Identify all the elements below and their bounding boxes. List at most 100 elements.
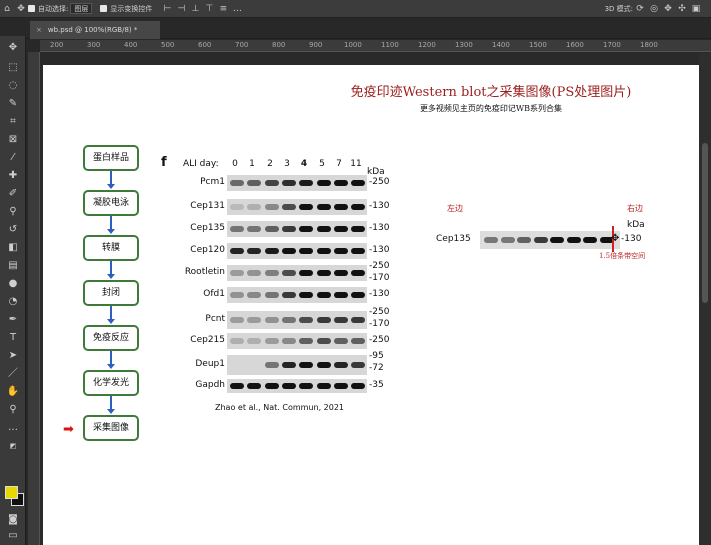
blur-icon[interactable]: ●	[5, 276, 21, 292]
protein-label: Cep135	[190, 223, 225, 233]
blot-band	[264, 292, 279, 298]
healing-icon[interactable]: ✚	[5, 168, 21, 184]
show-transform-checkbox[interactable]	[100, 5, 108, 12]
3d-scale-icon[interactable]: ▣	[689, 4, 703, 14]
screen-mode-icon[interactable]: ▭	[5, 528, 21, 544]
close-tab-icon[interactable]: ×	[36, 26, 42, 34]
blot-band	[230, 317, 244, 323]
marquee-icon[interactable]: ⬚	[5, 60, 21, 76]
move-icon[interactable]: ✥	[5, 40, 21, 56]
blot-band	[351, 362, 366, 368]
horizontal-ruler[interactable]: 200 300 400 500 600 700 800 900 1000 110…	[40, 40, 711, 52]
align-right-icon[interactable]: ⊥	[188, 4, 202, 14]
ruler-label: 1000	[344, 41, 362, 49]
day-label: 4	[300, 159, 308, 169]
flow-step-image-acquisition: 采集图像	[83, 415, 139, 441]
quick-mask-icon[interactable]: ◙	[5, 512, 21, 528]
3d-rotate-icon[interactable]: ⟳	[633, 4, 647, 14]
frame-icon[interactable]: ⊠	[5, 132, 21, 148]
foreground-color-swatch[interactable]	[5, 486, 18, 499]
document-canvas[interactable]: 免疫印迹Western blot之采集图像(PS处理图片) 更多视频见主页的免疫…	[43, 65, 699, 545]
brush-icon[interactable]: ✐	[5, 186, 21, 202]
blot-band	[247, 383, 262, 389]
zoom-icon[interactable]: ⚲	[5, 402, 21, 418]
blot-band	[333, 383, 348, 389]
vertical-scrollbar[interactable]	[699, 53, 711, 545]
more-options-icon[interactable]: …	[230, 4, 244, 14]
protein-label: Rootletin	[184, 267, 225, 277]
document-tab[interactable]: × wb.psd @ 100%(RGB/8) *	[30, 21, 160, 39]
history-brush-icon[interactable]: ↺	[5, 222, 21, 238]
cropped-blot-image[interactable]	[480, 231, 620, 249]
blot-band	[247, 292, 262, 298]
day-label: 7	[336, 159, 342, 169]
blot-band	[351, 383, 366, 389]
crop-icon[interactable]: ⌗	[5, 114, 21, 130]
eyedropper-icon[interactable]: ⁄	[5, 150, 21, 166]
align-center-icon[interactable]: ⊣	[174, 4, 188, 14]
stamp-icon[interactable]: ⚲	[5, 204, 21, 220]
scrollbar-thumb[interactable]	[702, 143, 708, 303]
distribute-icon[interactable]: ≡	[216, 4, 230, 14]
eraser-icon[interactable]: ◧	[5, 240, 21, 256]
ruler-label: 1200	[418, 41, 436, 49]
ali-day-label: ALI day:	[183, 159, 219, 169]
blot-band	[316, 292, 331, 298]
blot-band	[351, 248, 366, 254]
canvas-area[interactable]: 免疫印迹Western blot之采集图像(PS处理图片) 更多视频见主页的免疫…	[40, 53, 711, 545]
more-icon[interactable]: …	[5, 420, 21, 436]
home-icon[interactable]: ⌂	[0, 4, 14, 14]
blot-band	[230, 204, 244, 210]
mw-marker: -170	[369, 273, 390, 283]
vertical-ruler[interactable]	[28, 52, 40, 545]
auto-select-option[interactable]: 自动选择: 图层	[28, 3, 93, 14]
blot-strip	[227, 287, 367, 303]
blot-band	[230, 226, 244, 232]
blot-band	[247, 317, 262, 323]
blot-band	[299, 338, 314, 344]
blot-band	[230, 383, 244, 389]
ruler-label: 1400	[492, 41, 510, 49]
shape-icon[interactable]: ／	[5, 366, 21, 382]
align-top-icon[interactable]: ⊤	[202, 4, 216, 14]
ruler-label: 1800	[640, 41, 658, 49]
protein-label: Pcnt	[205, 314, 225, 324]
day-label: 3	[284, 159, 290, 169]
blot-band	[333, 204, 348, 210]
move-tool-preset-icon[interactable]: ✥	[14, 4, 28, 14]
dodge-icon[interactable]: ◔	[5, 294, 21, 310]
flow-step-chemiluminescence: 化学发光	[83, 370, 139, 396]
protein-label: Gapdh	[195, 380, 225, 390]
3d-drag-icon[interactable]: ✥	[661, 4, 675, 14]
kda-label: kDa	[367, 167, 385, 177]
photoshop-window: ⌂ ✥ 自动选择: 图层 显示变换控件 ⊢ ⊣ ⊥ ⊤ ≡ … 3D 模式: ⟳…	[0, 0, 711, 545]
3d-slide-icon[interactable]: ✣	[675, 4, 689, 14]
default-colors-icon[interactable]: ◩	[5, 438, 21, 454]
path-select-icon[interactable]: ➤	[5, 348, 21, 364]
blot-band	[316, 362, 331, 368]
blot-band	[299, 248, 314, 254]
hand-icon[interactable]: ✋	[5, 384, 21, 400]
mw-marker: -72	[369, 363, 384, 373]
blot-band	[281, 248, 296, 254]
ruler-label: 800	[272, 41, 286, 49]
blot-band	[533, 237, 548, 243]
blot-strip	[227, 355, 367, 375]
blot-band	[351, 180, 366, 186]
gradient-icon[interactable]: ▤	[5, 258, 21, 274]
pen-icon[interactable]: ✒	[5, 312, 21, 328]
blot-band	[264, 338, 279, 344]
blot-strip	[227, 221, 367, 237]
auto-select-checkbox[interactable]	[28, 5, 35, 12]
ruler-label: 400	[124, 41, 138, 49]
align-left-icon[interactable]: ⊢	[160, 4, 174, 14]
right-edge-label: 右边	[627, 204, 643, 213]
show-transform-option[interactable]: 显示变换控件	[100, 4, 152, 14]
blot-band	[333, 270, 348, 276]
ruler-label: 600	[198, 41, 212, 49]
type-icon[interactable]: T	[5, 330, 21, 346]
quick-select-icon[interactable]: ✎	[5, 96, 21, 112]
3d-roll-icon[interactable]: ◎	[647, 4, 661, 14]
auto-select-target-dropdown[interactable]: 图层	[70, 3, 93, 14]
lasso-icon[interactable]: ◌	[5, 78, 21, 94]
